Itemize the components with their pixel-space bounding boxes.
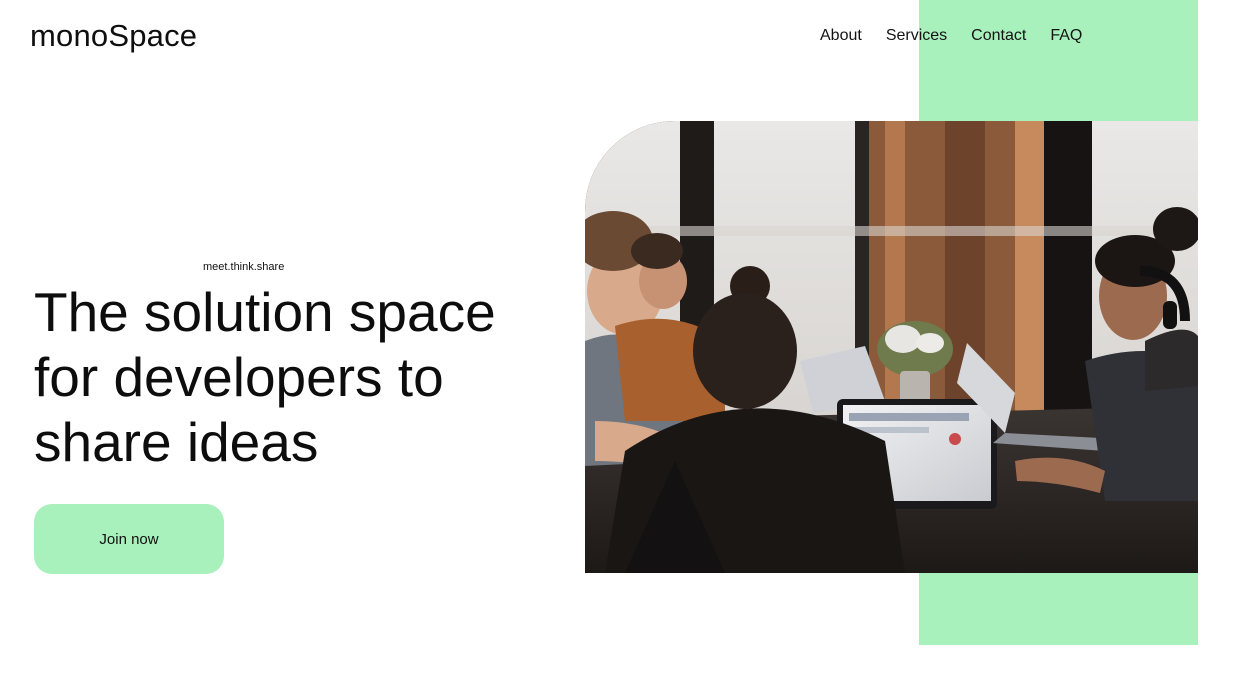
hero-headline: The solution space for developers to sha… (34, 281, 496, 473)
team-collaboration-illustration (585, 121, 1198, 573)
main-nav: About Services Contact FAQ (820, 26, 1082, 46)
nav-services-link[interactable]: Services (886, 26, 947, 46)
landing-page: monoSpace About Services Contact FAQ mee… (0, 0, 1258, 689)
nav-faq-link[interactable]: FAQ (1050, 26, 1082, 46)
nav-contact-link[interactable]: Contact (971, 26, 1026, 46)
hero-image (585, 121, 1198, 573)
logo[interactable]: monoSpace (30, 18, 197, 54)
nav-about-link[interactable]: About (820, 26, 862, 46)
hero-tagline: meet.think.share (203, 261, 285, 273)
join-now-button[interactable]: Join now (34, 504, 224, 574)
